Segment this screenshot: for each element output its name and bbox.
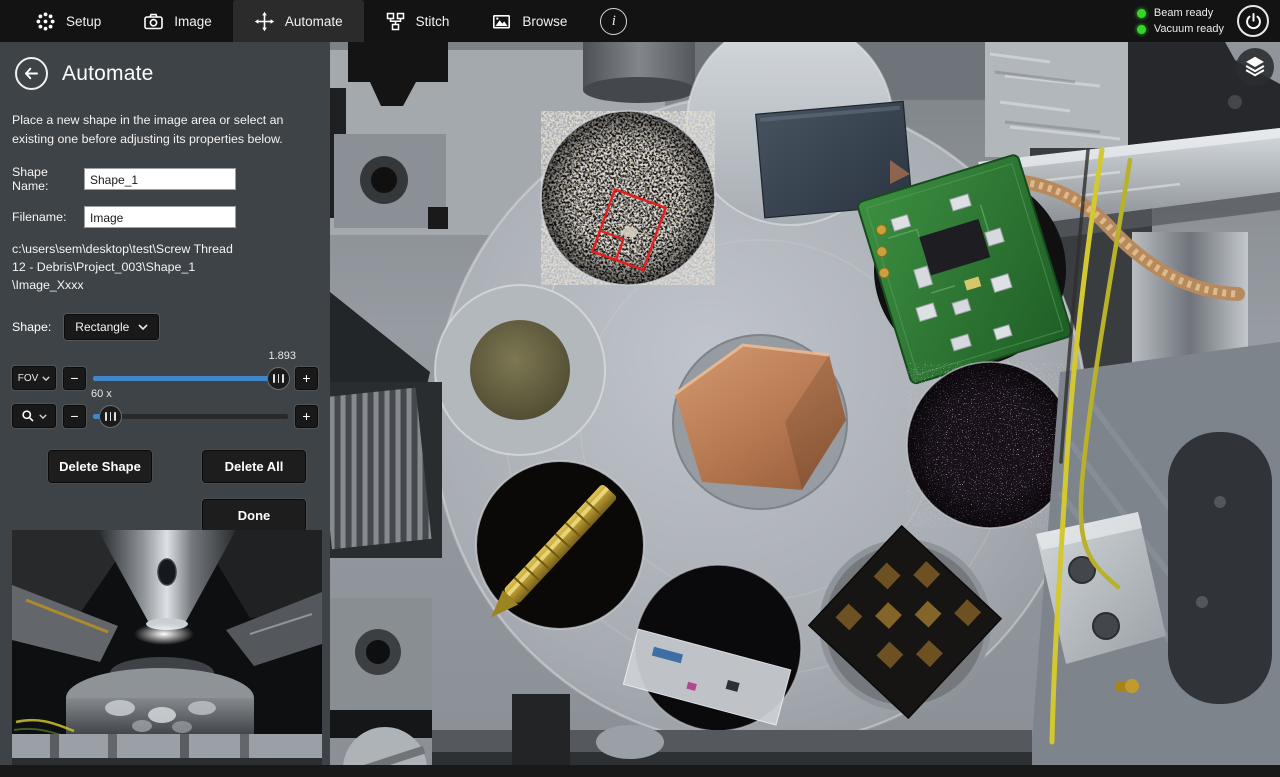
fov-minus-button[interactable]: − [63,367,86,390]
magnification-slider-track[interactable] [93,414,288,419]
system-status-area: Beam ready Vacuum ready [1137,0,1280,42]
layers-button[interactable] [1236,48,1274,86]
navigation-camera-view[interactable] [330,42,1280,765]
filename-label: Filename: [12,210,84,224]
tab-label: Setup [66,14,101,29]
camera-icon [143,11,164,32]
magnification-slider-thumb[interactable] [99,405,122,428]
fov-mode-dropdown[interactable]: FOV [12,366,56,390]
power-icon [1244,12,1263,31]
chamber-camera-preview [12,530,322,768]
sample-sparkle [907,362,1073,528]
magnification-value-label: 60 x [91,388,112,400]
status-label: Vacuum ready [1154,23,1224,35]
fov-plus-button[interactable]: + [295,367,318,390]
magnification-mode-dropdown[interactable] [12,404,56,428]
instructions-text: Place a new shape in the image area or s… [12,111,314,148]
status-beam-ready: Beam ready [1137,7,1224,19]
tab-label: Image [174,14,212,29]
stage-cylinder-top [583,42,695,103]
sample-debris [541,111,715,285]
power-button[interactable] [1237,5,1269,37]
output-path: c:\users\sem\desktop\test\Screw Thread 1… [12,241,314,295]
delete-shape-button[interactable]: Delete Shape [48,450,152,483]
filename-input[interactable] [84,206,236,228]
picture-icon [491,11,512,32]
tab-stitch[interactable]: Stitch [364,0,471,42]
chamber-photo [12,530,322,768]
fov-slider-row: FOV − 1.893 + [12,366,318,390]
layers-icon [1242,55,1268,79]
tab-label: Browse [522,14,567,29]
info-button[interactable]: i [600,8,627,35]
status-label: Beam ready [1154,7,1213,19]
automate-panel: Automate Place a new shape in the image … [0,42,330,777]
setup-dots-icon [35,11,56,32]
shape-name-label: Shape Name: [12,165,84,193]
fov-value-label: 1.893 [268,350,296,362]
stage-photo [330,42,1280,765]
tab-label: Automate [285,14,343,29]
tab-browse[interactable]: Browse [470,0,588,42]
info-icon: i [612,13,616,30]
top-toolbar: Setup Image Automate Stitch [0,0,1280,42]
back-button[interactable] [15,57,48,90]
chevron-down-icon [138,324,148,330]
status-vacuum-ready: Vacuum ready [1137,23,1224,35]
main-tabs: Setup Image Automate Stitch [14,0,588,42]
move-arrows-icon [254,11,275,32]
sample-copper-block [673,335,847,509]
fov-slider-thumb[interactable] [267,367,290,390]
stage-gear-left [330,382,442,558]
magnification-minus-button[interactable]: − [63,405,86,428]
done-button[interactable]: Done [202,499,306,532]
arrow-left-icon [22,64,41,83]
status-dot-green [1137,25,1146,34]
magnification-slider-row: − 60 x + [12,404,318,428]
status-dot-green [1137,9,1146,18]
magnifier-icon [21,409,35,423]
tab-setup[interactable]: Setup [14,0,122,42]
stitch-diagram-icon [385,11,406,32]
shape-type-dropdown[interactable]: Rectangle [64,314,159,340]
tab-automate[interactable]: Automate [233,0,364,42]
fov-slider-fill [93,376,280,381]
tab-image[interactable]: Image [122,0,233,42]
tab-label: Stitch [416,14,450,29]
chevron-down-icon [42,376,50,381]
chevron-down-icon [39,414,47,419]
fov-slider[interactable]: 1.893 [93,366,288,390]
page-title: Automate [62,62,154,86]
magnification-plus-button[interactable]: + [295,405,318,428]
bottom-strip [0,765,1280,777]
delete-all-button[interactable]: Delete All [202,450,306,483]
sample-screw [476,461,644,629]
shape-type-label: Shape: [12,320,51,334]
sample-olive [435,285,605,455]
shape-name-input[interactable] [84,168,236,190]
magnification-slider[interactable]: 60 x [93,404,288,428]
